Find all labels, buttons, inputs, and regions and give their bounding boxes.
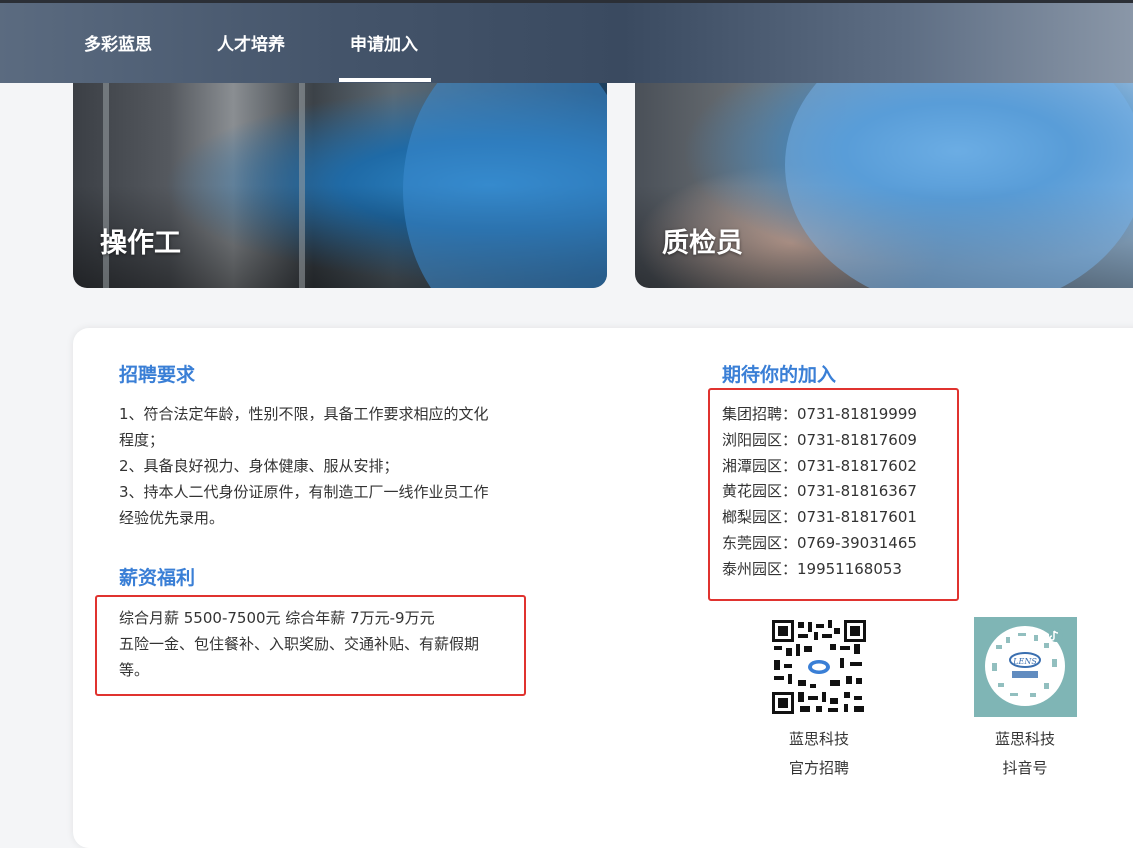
contact-line-dongguan: 东莞园区：0769-39031465 xyxy=(722,533,917,552)
contact-line-xiangtan: 湘潭园区：0731-81817602 xyxy=(722,456,917,475)
requirements-title: 招聘要求 xyxy=(119,364,196,386)
inspector-figure xyxy=(785,60,1133,288)
benefits-line: 综合月薪 5500-7500元 综合年薪 7万元-9万元 xyxy=(119,609,435,627)
job-card-inspector[interactable]: 质检员 xyxy=(635,60,1133,288)
nav-item-talent-training[interactable]: 人才培养 xyxy=(217,30,285,55)
svg-text:LENS: LENS xyxy=(1012,657,1037,666)
qr-caption-line: 抖音号 xyxy=(1002,759,1048,777)
contact-line-group: 集团招聘：0731-81819999 xyxy=(722,405,917,423)
qr-caption-line: 官方招聘 xyxy=(788,759,849,777)
nav-item-colorful-lens[interactable]: 多彩蓝思 xyxy=(84,30,152,55)
requirements-line: 3、持本人二代身份证原件，有制造工厂一线作业员工作 xyxy=(119,483,489,501)
job-card-operator[interactable]: 操作工 xyxy=(73,60,607,288)
benefits-text: 综合月薪 5500-7500元 综合年薪 7万元-9万元 五险一金、包住餐补、入… xyxy=(119,605,479,683)
contact-line-langli: 榔梨园区：0731-81817601 xyxy=(722,508,917,527)
qr-caption-douyin: 蓝思科技 抖音号 xyxy=(955,725,1095,783)
contact-title: 期待你的加入 xyxy=(722,364,837,386)
nav-active-indicator xyxy=(339,78,431,82)
worker-figure xyxy=(403,60,607,288)
nav-item-apply-join[interactable]: 申请加入 xyxy=(350,30,418,55)
top-strip xyxy=(0,0,1133,3)
requirements-line: 经验优先录用。 xyxy=(119,509,225,527)
requirements-text: 1、符合法定年龄，性别不限，具备工作要求相应的文化 程度； 2、具备良好视力、身… xyxy=(119,401,489,531)
qr-caption-line: 蓝思科技 xyxy=(994,730,1055,748)
job-card-title: 质检员 xyxy=(662,228,743,259)
contact-line-huanghua: 黄花园区：0731-81816367 xyxy=(722,482,917,501)
benefits-line: 等。 xyxy=(119,661,150,679)
benefits-title: 薪资福利 xyxy=(119,567,196,589)
job-card-title: 操作工 xyxy=(100,228,181,259)
requirements-line: 1、符合法定年龄，性别不限，具备工作要求相应的文化 xyxy=(119,405,489,423)
contact-line-liuyang: 浏阳园区：0731-81817609 xyxy=(722,430,917,449)
qr-caption-official: 蓝思科技 官方招聘 xyxy=(749,725,889,783)
contact-line-taizhou: 泰州园区：19951168053 xyxy=(722,559,902,578)
qr-code-icon[interactable] xyxy=(770,618,868,716)
requirements-line: 2、具备良好视力、身体健康、服从安排； xyxy=(119,457,399,475)
contact-list: 集团招聘：0731-81819999 浏阳园区：0731-81817609 湘潭… xyxy=(722,402,917,583)
info-panel: 招聘要求 1、符合法定年龄，性别不限，具备工作要求相应的文化 程度； 2、具备良… xyxy=(73,328,1133,848)
douyin-qr-icon[interactable]: LENS xyxy=(974,617,1077,717)
requirements-line: 程度； xyxy=(119,431,165,449)
top-nav-bar: 多彩蓝思 人才培养 申请加入 xyxy=(0,0,1133,83)
qr-caption-line: 蓝思科技 xyxy=(788,730,849,748)
benefits-line: 五险一金、包住餐补、入职奖励、交通补贴、有薪假期 xyxy=(119,635,480,653)
